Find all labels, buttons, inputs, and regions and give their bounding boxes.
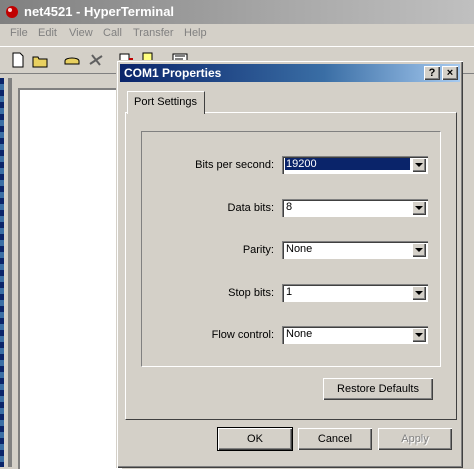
stop-bits-value: 1 [286,286,293,298]
flow-control-label: Flow control: [211,329,274,341]
parity-select[interactable]: None [282,241,428,259]
close-button[interactable]: × [442,66,458,80]
new-file-icon[interactable] [8,50,28,70]
restore-defaults-button[interactable]: Restore Defaults [323,378,433,400]
menu-file[interactable]: File [10,27,28,39]
bits-per-second-label: Bits per second: [195,159,274,171]
stop-bits-select[interactable]: 1 [282,284,428,302]
chevron-down-icon[interactable] [412,243,426,257]
hyperterminal-app-icon [6,6,18,18]
parity-label: Parity: [242,244,274,256]
menu-help[interactable]: Help [184,27,207,39]
chevron-down-icon[interactable] [412,286,426,300]
data-bits-select[interactable]: 8 [282,199,428,217]
help-button[interactable]: ? [424,66,440,80]
apply-button[interactable]: Apply [378,428,452,450]
flow-control-select[interactable]: None [282,326,428,344]
menu-call[interactable]: Call [103,27,122,39]
bits-per-second-select[interactable]: 19200 [282,156,428,174]
ok-button[interactable]: OK [217,427,293,451]
flow-control-value: None [286,328,313,340]
chevron-down-icon[interactable] [412,158,426,172]
settings-group: Bits per second: 19200 Data bits: 8 Pari… [141,131,441,367]
left-border-decoration [0,78,4,467]
menu-edit[interactable]: Edit [38,27,57,39]
cancel-button[interactable]: Cancel [298,428,372,450]
disconnect-icon[interactable] [86,50,106,70]
tab-label: Port Settings [134,96,197,108]
dialog-titlebar: COM1 Properties ? × [120,64,460,82]
tab-port-settings[interactable]: Port Settings [127,91,205,114]
com1-properties-dialog: COM1 Properties ? × Port Settings Bits p… [116,60,463,468]
terminal-area[interactable] [18,88,122,469]
data-bits-value: 8 [286,201,293,213]
data-bits-label: Data bits: [227,202,274,214]
stop-bits-label: Stop bits: [228,287,274,299]
menu-view[interactable]: View [69,27,93,39]
background-window-titlebar: net4521 - HyperTerminal [0,0,474,24]
background-window-title: net4521 - HyperTerminal [24,4,175,19]
parity-value: None [286,243,313,255]
left-border-decoration-2 [8,78,12,467]
bits-per-second-value: 19200 [285,158,410,170]
chevron-down-icon[interactable] [412,328,426,342]
chevron-down-icon[interactable] [412,201,426,215]
open-folder-icon[interactable] [30,50,50,70]
menu-bar: File Edit View Call Transfer Help [0,25,474,45]
dialog-title: COM1 Properties [124,66,222,80]
connect-phone-icon[interactable] [62,50,82,70]
menu-transfer[interactable]: Transfer [133,27,174,39]
